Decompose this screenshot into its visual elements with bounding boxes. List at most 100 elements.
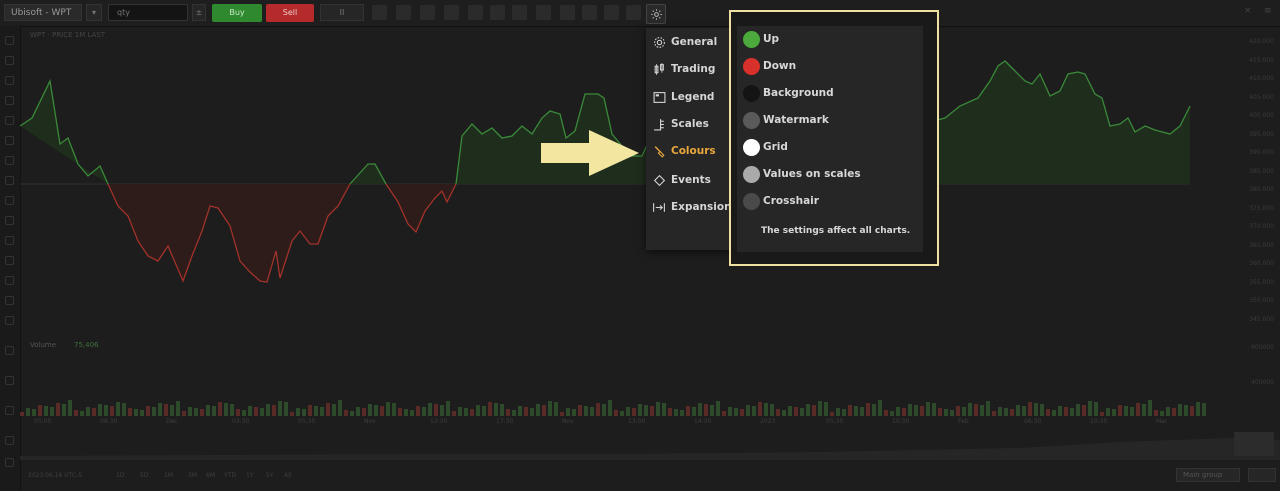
layout-icon[interactable] <box>582 5 597 20</box>
colour-row-grid[interactable]: Grid <box>743 136 788 158</box>
symbol-selector[interactable]: Ubisoft - WPT <box>4 4 82 21</box>
range-1m[interactable]: 1M <box>164 472 173 479</box>
menu-item-label: Events <box>671 174 711 186</box>
volume-axis-tick: 400000 <box>1251 379 1274 386</box>
measure-tool-icon[interactable] <box>5 216 14 225</box>
trend-line-tool-icon[interactable] <box>5 76 14 85</box>
menu-item-scales[interactable]: Scales <box>652 113 709 135</box>
top-toolbar: Ubisoft - WPT ▾ qty ± Buy Sell II × ≡ <box>0 0 1280 27</box>
colour-swatch[interactable] <box>743 111 760 129</box>
quantity-input[interactable]: qty <box>108 4 188 21</box>
settings-tool-icon[interactable] <box>5 376 14 385</box>
screenshot-icon[interactable] <box>420 5 435 20</box>
colour-swatch[interactable] <box>743 192 760 210</box>
menu-item-label: General <box>671 36 718 48</box>
fib-tool-icon[interactable] <box>5 136 14 145</box>
channel-tool-icon[interactable] <box>5 176 14 185</box>
colour-row-up[interactable]: Up <box>743 28 779 50</box>
sell-button[interactable]: Sell <box>266 4 314 22</box>
colour-swatch[interactable] <box>743 57 760 75</box>
text-tool-icon[interactable] <box>5 116 14 125</box>
range-1y[interactable]: 1Y <box>246 472 253 479</box>
price-axis[interactable]: 420.000 415.000 410.000 405.000 400.000 395.0… <box>1230 26 1280 386</box>
layers-tool-icon[interactable] <box>5 406 14 415</box>
compare-icon[interactable] <box>560 5 575 20</box>
colour-swatch[interactable] <box>743 30 760 48</box>
trash-tool-icon[interactable] <box>5 316 14 325</box>
colour-row-watermark[interactable]: Watermark <box>743 109 829 131</box>
undo-icon[interactable] <box>626 5 641 20</box>
price-axis-tick: 385.000 <box>1249 167 1274 175</box>
brush-tool-icon[interactable] <box>5 96 14 105</box>
chart-type-icon[interactable] <box>468 5 483 20</box>
volume-bars <box>20 400 1206 416</box>
buy-button[interactable]: Buy <box>212 4 262 22</box>
drawing-tools-rail <box>0 26 21 491</box>
draw-tool-icon[interactable] <box>444 5 459 20</box>
shape-tool-icon[interactable] <box>5 196 14 205</box>
lock-tool-icon[interactable] <box>5 276 14 285</box>
time-axis-tick: 05:00 <box>34 418 52 425</box>
colour-swatch[interactable] <box>743 165 760 183</box>
range-all[interactable]: All <box>284 472 291 479</box>
lock-icon[interactable] <box>396 5 411 20</box>
range-6m[interactable]: 6M <box>206 472 215 479</box>
menu-item-general[interactable]: General <box>652 31 717 53</box>
price-axis-tick: 360.000 <box>1249 260 1274 267</box>
interval-icon[interactable] <box>490 5 505 20</box>
colour-swatch[interactable] <box>743 138 760 156</box>
timezone-label[interactable]: 2023.06.16 UTC-5 <box>28 472 82 479</box>
group-settings-button[interactable] <box>1248 468 1276 482</box>
close-icon[interactable]: × <box>1244 6 1254 16</box>
symbol-options-icon[interactable]: ▾ <box>86 4 102 21</box>
colour-row-down[interactable]: Down <box>743 55 796 77</box>
menu-item-expansion[interactable]: Expansion <box>652 196 732 218</box>
gear-icon <box>652 35 666 49</box>
ruler-tool-icon[interactable] <box>5 156 14 165</box>
time-axis-tick: Dec <box>166 418 178 425</box>
navigator-handle[interactable] <box>1234 432 1274 456</box>
calendar-tool-icon[interactable] <box>5 458 14 467</box>
range-3m[interactable]: 3M <box>188 472 197 479</box>
menu-item-trading[interactable]: Trading <box>652 58 715 80</box>
menu-icon[interactable]: ≡ <box>1264 6 1274 16</box>
settings-button[interactable] <box>646 4 666 24</box>
colour-label: Grid <box>763 141 788 153</box>
price-axis-tick: 400.000 <box>1249 112 1274 119</box>
time-axis[interactable]: 05:00 08:30 Dec 03:30 05:30 Nov 12:30 17:30 Nov 1… <box>20 414 1230 428</box>
menu-item-colours[interactable]: Colours <box>652 140 716 162</box>
range-1d[interactable]: 1D <box>116 472 124 479</box>
range-5d[interactable]: 5D <box>140 472 148 479</box>
navigator-strip[interactable] <box>20 430 1280 460</box>
price-axis-tick: 380.000 <box>1249 186 1274 193</box>
price-axis-tick: 355.000 <box>1249 278 1274 286</box>
colour-swatch[interactable] <box>743 84 760 102</box>
colour-row-values-on-scales[interactable]: Values on scales <box>743 163 861 185</box>
indicator-icon[interactable] <box>512 5 527 20</box>
magnet-tool-icon[interactable] <box>5 256 14 265</box>
crosshair-tool-icon[interactable] <box>372 5 387 20</box>
crosshair-tool-icon[interactable] <box>5 56 14 65</box>
eye-tool-icon[interactable] <box>5 296 14 305</box>
colour-row-background[interactable]: Background <box>743 82 834 104</box>
cursor-tool-icon[interactable] <box>5 36 14 45</box>
template-icon[interactable] <box>536 5 551 20</box>
time-axis-tick: Mar <box>1156 418 1168 425</box>
price-chart[interactable] <box>20 26 1230 336</box>
group-select[interactable]: Main group <box>1176 468 1240 482</box>
hide-tool-icon[interactable] <box>5 436 14 445</box>
paint-brush-icon <box>652 144 666 158</box>
indicator-tool-icon[interactable] <box>5 346 14 355</box>
alert-icon[interactable] <box>604 5 619 20</box>
colour-row-crosshair[interactable]: Crosshair <box>743 190 819 212</box>
price-axis-tick: 410.000 <box>1249 75 1274 82</box>
zoom-tool-icon[interactable] <box>5 236 14 245</box>
menu-item-events[interactable]: Events <box>652 169 711 191</box>
range-ytd[interactable]: YTD <box>224 472 236 479</box>
quantity-stepper[interactable]: ± <box>192 4 206 21</box>
range-5y[interactable]: 5Y <box>266 472 273 479</box>
settings-note: The settings affect all charts. <box>761 226 911 236</box>
legend-icon <box>652 90 666 104</box>
view-toggle[interactable]: II <box>320 4 364 21</box>
menu-item-legend[interactable]: Legend <box>652 86 714 108</box>
